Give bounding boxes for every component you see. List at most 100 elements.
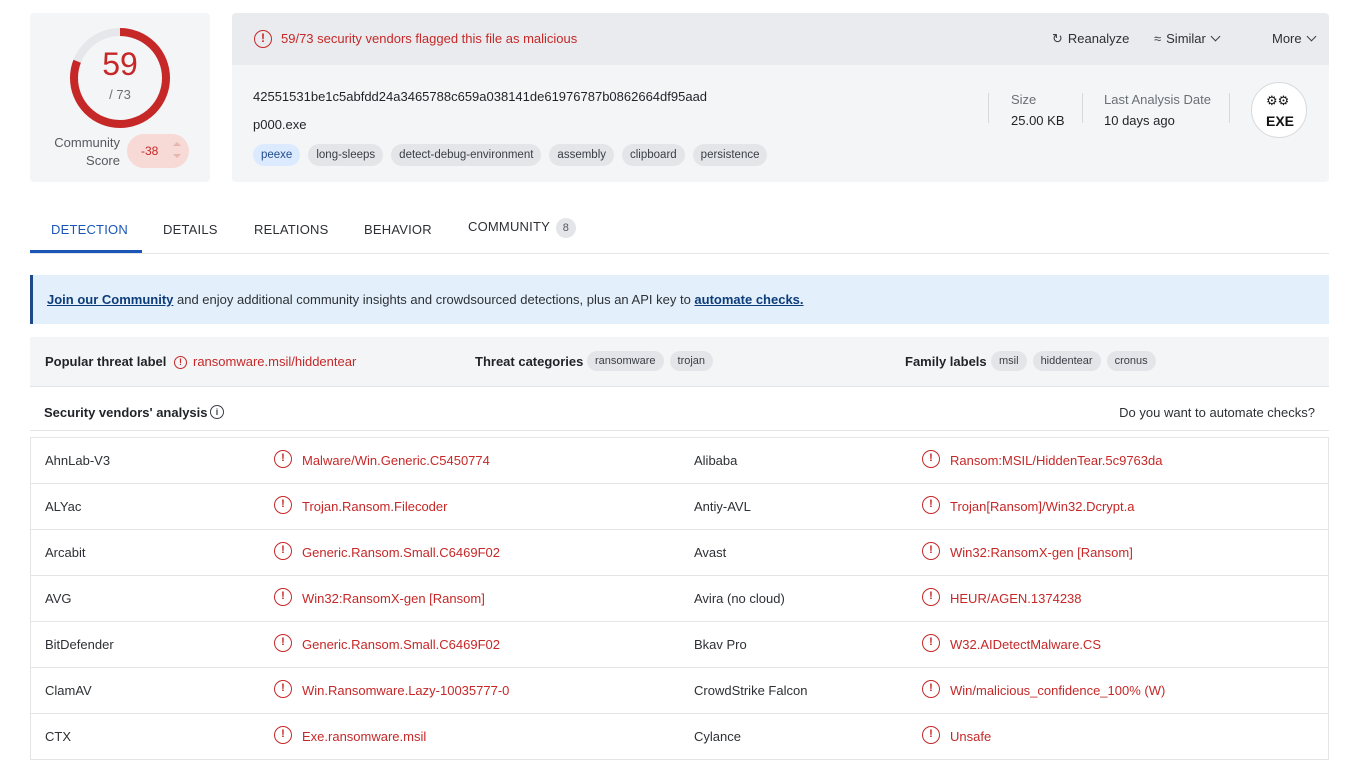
vendor-result: Malware/Win.Generic.C5450774 bbox=[302, 453, 490, 468]
vendor-name: AhnLab-V3 bbox=[45, 453, 111, 468]
file-tags: peexe long-sleeps detect-debug-environme… bbox=[253, 144, 768, 166]
vendors-title: Security vendors' analysis bbox=[44, 405, 208, 420]
file-tag[interactable]: detect-debug-environment bbox=[391, 144, 542, 166]
community-banner: Join our Community and enjoy additional … bbox=[30, 275, 1329, 324]
similar-icon: ≈ bbox=[1154, 31, 1162, 46]
vendors-table: AhnLab-V3 ! Malware/Win.Generic.C5450774… bbox=[30, 437, 1329, 760]
detection-score-card: 59 / 73 Community Score -38 bbox=[30, 13, 210, 182]
size-label: Size bbox=[1011, 92, 1037, 107]
alert-circle-icon: ! bbox=[922, 726, 940, 744]
vendor-result: Win.Ransomware.Lazy-10035777-0 bbox=[302, 683, 510, 698]
community-count-badge: 8 bbox=[555, 218, 576, 238]
file-type-badge: ⚙⚙ EXE bbox=[1251, 82, 1307, 138]
vendor-name: AVG bbox=[45, 591, 72, 606]
family-labels: msil hiddentear cronus bbox=[991, 351, 1156, 371]
vendor-result: W32.AIDetectMalware.CS bbox=[950, 637, 1101, 652]
alert-circle-icon: ! bbox=[922, 634, 940, 652]
vendor-result: Win32:RansomX-gen [Ransom] bbox=[302, 591, 485, 606]
alert-circle-icon: ! bbox=[174, 356, 187, 369]
file-name: p000.exe bbox=[253, 117, 307, 132]
tab-relations[interactable]: RELATIONS bbox=[254, 222, 329, 237]
last-analysis-value: 10 days ago bbox=[1104, 113, 1175, 128]
refresh-icon: ↻ bbox=[1052, 31, 1063, 46]
info-icon[interactable]: i bbox=[210, 405, 224, 419]
automate-checks-link[interactable]: automate checks. bbox=[694, 292, 803, 307]
table-row: AVG ! Win32:RansomX-gen [Ransom] Avira (… bbox=[31, 576, 1328, 622]
last-analysis-label: Last Analysis Date bbox=[1104, 92, 1211, 107]
banner-text: Join our Community and enjoy additional … bbox=[47, 292, 804, 307]
tab-details[interactable]: DETAILS bbox=[163, 222, 218, 237]
size-value: 25.00 KB bbox=[1011, 113, 1065, 128]
join-community-link[interactable]: Join our Community bbox=[47, 292, 173, 307]
reanalyze-button[interactable]: ↻ Reanalyze bbox=[1052, 31, 1129, 47]
tab-detection[interactable]: DETECTION bbox=[51, 222, 128, 237]
tab-community[interactable]: COMMUNITY 8 bbox=[468, 218, 576, 238]
vendor-result: Trojan.Ransom.Filecoder bbox=[302, 499, 448, 514]
vendor-result: Generic.Ransom.Small.C6469F02 bbox=[302, 545, 500, 560]
family-label-tag[interactable]: cronus bbox=[1106, 351, 1156, 371]
divider bbox=[988, 93, 989, 123]
vendor-name: Antiy-AVL bbox=[694, 499, 751, 514]
alert-circle-icon: ! bbox=[922, 588, 940, 606]
file-hash[interactable]: 42551531be1c5abfdd24a3465788c659a038141d… bbox=[253, 89, 707, 104]
table-row: BitDefender ! Generic.Ransom.Small.C6469… bbox=[31, 622, 1328, 668]
alert-circle-icon: ! bbox=[274, 588, 292, 606]
community-score-label: Community Score bbox=[54, 135, 120, 168]
threat-labels-row: Popular threat label ! ransomware.msil/hi… bbox=[30, 337, 1329, 387]
threat-categories-label: Threat categories bbox=[475, 354, 584, 369]
similar-dropdown[interactable]: ≈ Similar bbox=[1154, 31, 1221, 46]
vendor-name: CTX bbox=[45, 729, 71, 744]
more-dropdown[interactable]: More bbox=[1272, 31, 1317, 46]
vendor-result: Unsafe bbox=[950, 729, 992, 744]
alert-circle-icon: ! bbox=[274, 542, 292, 560]
table-row: ALYac ! Trojan.Ransom.Filecoder Antiy-AV… bbox=[31, 484, 1328, 530]
alert-circle-icon: ! bbox=[274, 634, 292, 652]
vendor-name: ALYac bbox=[45, 499, 82, 514]
threat-category-tag[interactable]: trojan bbox=[669, 351, 714, 371]
gears-icon: ⚙⚙ bbox=[1266, 93, 1290, 108]
table-row: AhnLab-V3 ! Malware/Win.Generic.C5450774… bbox=[31, 438, 1328, 484]
vendor-result: HEUR/AGEN.1374238 bbox=[950, 591, 1082, 606]
vote-arrows-icon[interactable] bbox=[173, 142, 181, 160]
file-tag[interactable]: peexe bbox=[253, 144, 301, 166]
vendor-name: Avira (no cloud) bbox=[694, 591, 785, 606]
vendor-name: Bkav Pro bbox=[694, 637, 747, 652]
vendor-result: Trojan[Ransom]/Win32.Dcrypt.a bbox=[950, 499, 1135, 514]
community-score-pill[interactable]: -38 bbox=[127, 134, 189, 168]
vendor-name: Arcabit bbox=[45, 545, 86, 560]
vendor-result: Win/malicious_confidence_100% (W) bbox=[950, 683, 1166, 698]
table-row: ClamAV ! Win.Ransomware.Lazy-10035777-0 … bbox=[31, 668, 1328, 714]
active-tab-indicator bbox=[30, 250, 142, 253]
alert-text: 59/73 security vendors flagged this file… bbox=[281, 31, 578, 46]
vendor-name: Cylance bbox=[694, 729, 741, 744]
alert-circle-icon: ! bbox=[274, 450, 292, 468]
alert-circle-icon: ! bbox=[254, 30, 272, 48]
threat-categories: ransomware trojan bbox=[587, 351, 714, 371]
detection-total: / 73 bbox=[109, 87, 131, 102]
file-tag[interactable]: persistence bbox=[692, 144, 768, 166]
table-row: CTX ! Exe.ransomware.msil Cylance ! Unsa… bbox=[31, 714, 1328, 760]
vendor-result: Win32:RansomX-gen [Ransom] bbox=[950, 545, 1133, 560]
vendor-name: BitDefender bbox=[45, 637, 114, 652]
vendor-result: Generic.Ransom.Small.C6469F02 bbox=[302, 637, 500, 652]
tab-behavior[interactable]: BEHAVIOR bbox=[364, 222, 432, 237]
family-label-tag[interactable]: hiddentear bbox=[1032, 351, 1101, 371]
vendor-name: Avast bbox=[694, 545, 727, 560]
popular-threat-value[interactable]: ! ransomware.msil/hiddentear bbox=[174, 354, 356, 370]
file-tag[interactable]: long-sleeps bbox=[308, 144, 384, 166]
vendor-result: Ransom:MSIL/HiddenTear.5c9763da bbox=[950, 453, 1163, 468]
file-summary-card: ! 59/73 security vendors flagged this fi… bbox=[232, 13, 1329, 182]
divider bbox=[1229, 93, 1230, 123]
family-label-tag[interactable]: msil bbox=[991, 351, 1027, 371]
vendor-name: CrowdStrike Falcon bbox=[694, 683, 808, 698]
threat-category-tag[interactable]: ransomware bbox=[587, 351, 664, 371]
popular-threat-label: Popular threat label bbox=[45, 354, 167, 369]
divider bbox=[1082, 93, 1083, 123]
alert-circle-icon: ! bbox=[922, 542, 940, 560]
detection-count: 59 bbox=[102, 46, 138, 82]
file-tag[interactable]: assembly bbox=[549, 144, 614, 166]
automate-checks-prompt[interactable]: Do you want to automate checks? bbox=[1119, 405, 1315, 420]
file-tag[interactable]: clipboard bbox=[622, 144, 685, 166]
report-tabs: DETECTION DETAILS RELATIONS BEHAVIOR COM… bbox=[30, 204, 1329, 254]
family-labels-label: Family labels bbox=[905, 354, 987, 369]
